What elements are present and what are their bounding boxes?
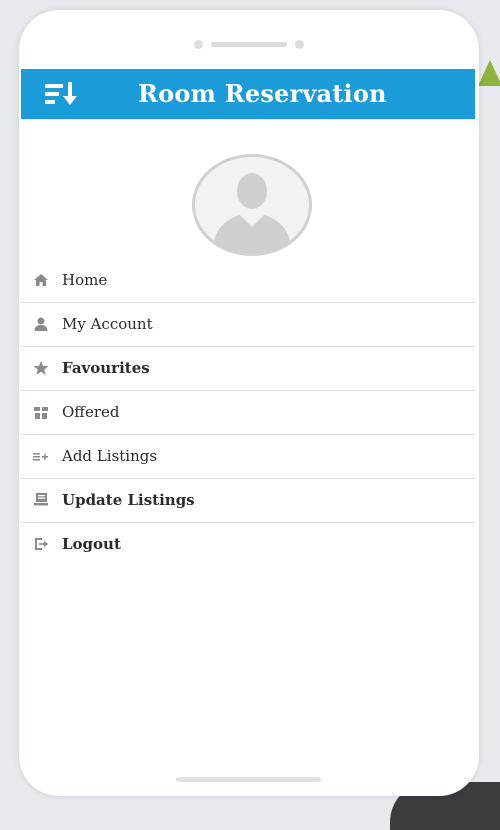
list-add-icon xyxy=(33,448,49,464)
gift-icon xyxy=(33,404,49,420)
menu-item-my-account[interactable]: My Account xyxy=(21,303,475,347)
menu-item-label: Offered xyxy=(62,403,119,421)
app-header: Room Reservation xyxy=(21,69,475,119)
menu-item-home[interactable]: Home xyxy=(21,259,475,303)
user-avatar[interactable] xyxy=(190,153,314,257)
menu-item-label: Update Listings xyxy=(62,491,195,509)
menu-item-offered[interactable]: Offered xyxy=(21,391,475,435)
menu-item-favourites[interactable]: Favourites xyxy=(21,347,475,391)
user-icon xyxy=(33,316,49,332)
menu-item-label: Home xyxy=(62,271,107,289)
menu-item-logout[interactable]: Logout xyxy=(21,523,475,566)
menu-item-label: Logout xyxy=(62,535,121,553)
logout-icon xyxy=(33,536,49,552)
star-icon xyxy=(33,360,49,376)
update-icon xyxy=(33,492,49,508)
sort-menu-icon[interactable] xyxy=(45,80,83,108)
app-title: Room Reservation xyxy=(138,79,387,108)
speaker-slot xyxy=(211,42,287,47)
sensor-dot xyxy=(295,40,304,49)
nav-menu: Home My Account Favourites Offered Add L… xyxy=(21,259,475,566)
menu-item-label: Add Listings xyxy=(62,447,157,465)
menu-item-add-listings[interactable]: Add Listings xyxy=(21,435,475,479)
menu-item-label: My Account xyxy=(62,315,153,333)
menu-item-label: Favourites xyxy=(62,359,150,377)
phone-frame: Room Reservation Home xyxy=(19,10,479,796)
home-icon xyxy=(33,272,49,288)
camera-dot xyxy=(194,40,203,49)
home-indicator[interactable] xyxy=(176,777,321,782)
menu-item-update-listings[interactable]: Update Listings xyxy=(21,479,475,523)
background-decoration xyxy=(478,60,500,86)
phone-notch xyxy=(19,40,479,50)
